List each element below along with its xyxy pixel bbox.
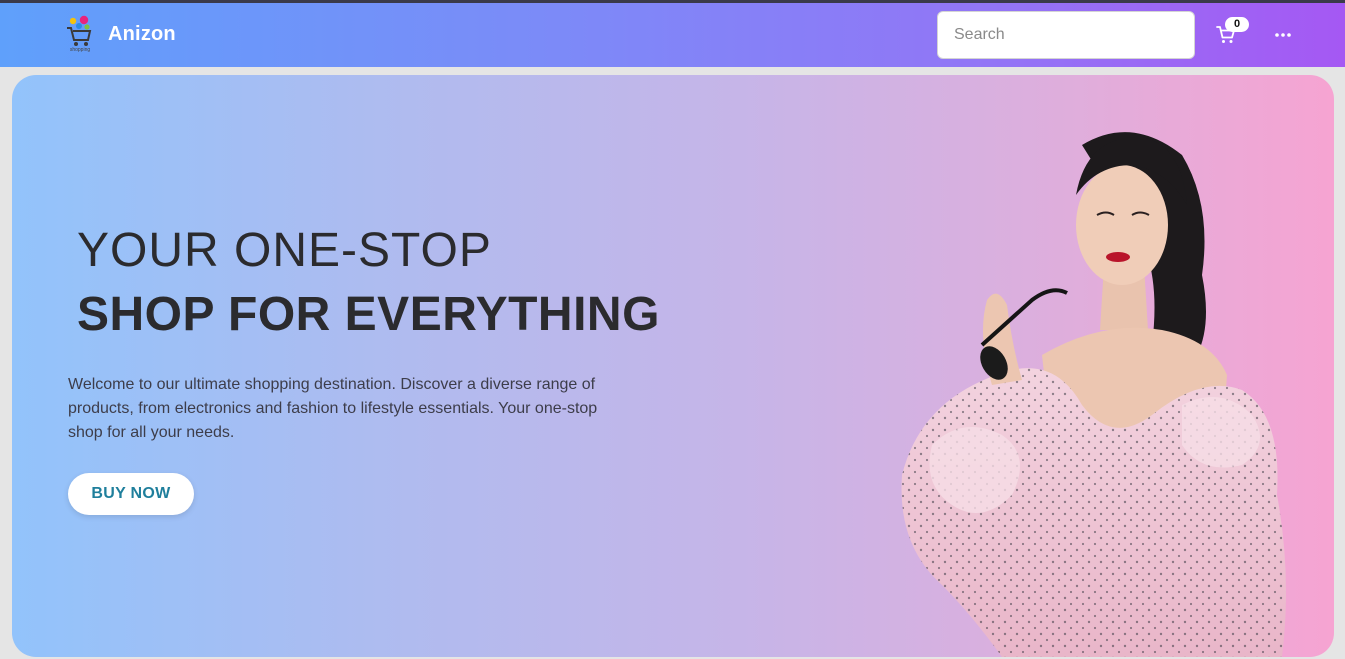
- hero-description: Welcome to our ultimate shopping destina…: [68, 376, 598, 441]
- cart-count-badge: 0: [1225, 17, 1249, 32]
- buy-now-button[interactable]: BUY NOW: [68, 473, 194, 515]
- brand-name[interactable]: Anizon: [108, 23, 176, 46]
- hero-headline-line2: SHOP FOR EVERYTHING: [77, 288, 660, 341]
- logo-caption: shopping: [70, 47, 91, 53]
- shopping-cart-logo[interactable]: shopping: [64, 15, 96, 53]
- more-horizontal-icon[interactable]: [1273, 28, 1293, 42]
- search-input[interactable]: [937, 11, 1195, 59]
- hero-model-image: [901, 132, 1286, 657]
- hero-headline-line1: YOUR ONE-STOP: [77, 224, 492, 277]
- hero-banner: YOUR ONE-STOP SHOP FOR EVERYTHING Welcom…: [12, 75, 1334, 657]
- navbar: shopping Anizon 0: [0, 3, 1345, 67]
